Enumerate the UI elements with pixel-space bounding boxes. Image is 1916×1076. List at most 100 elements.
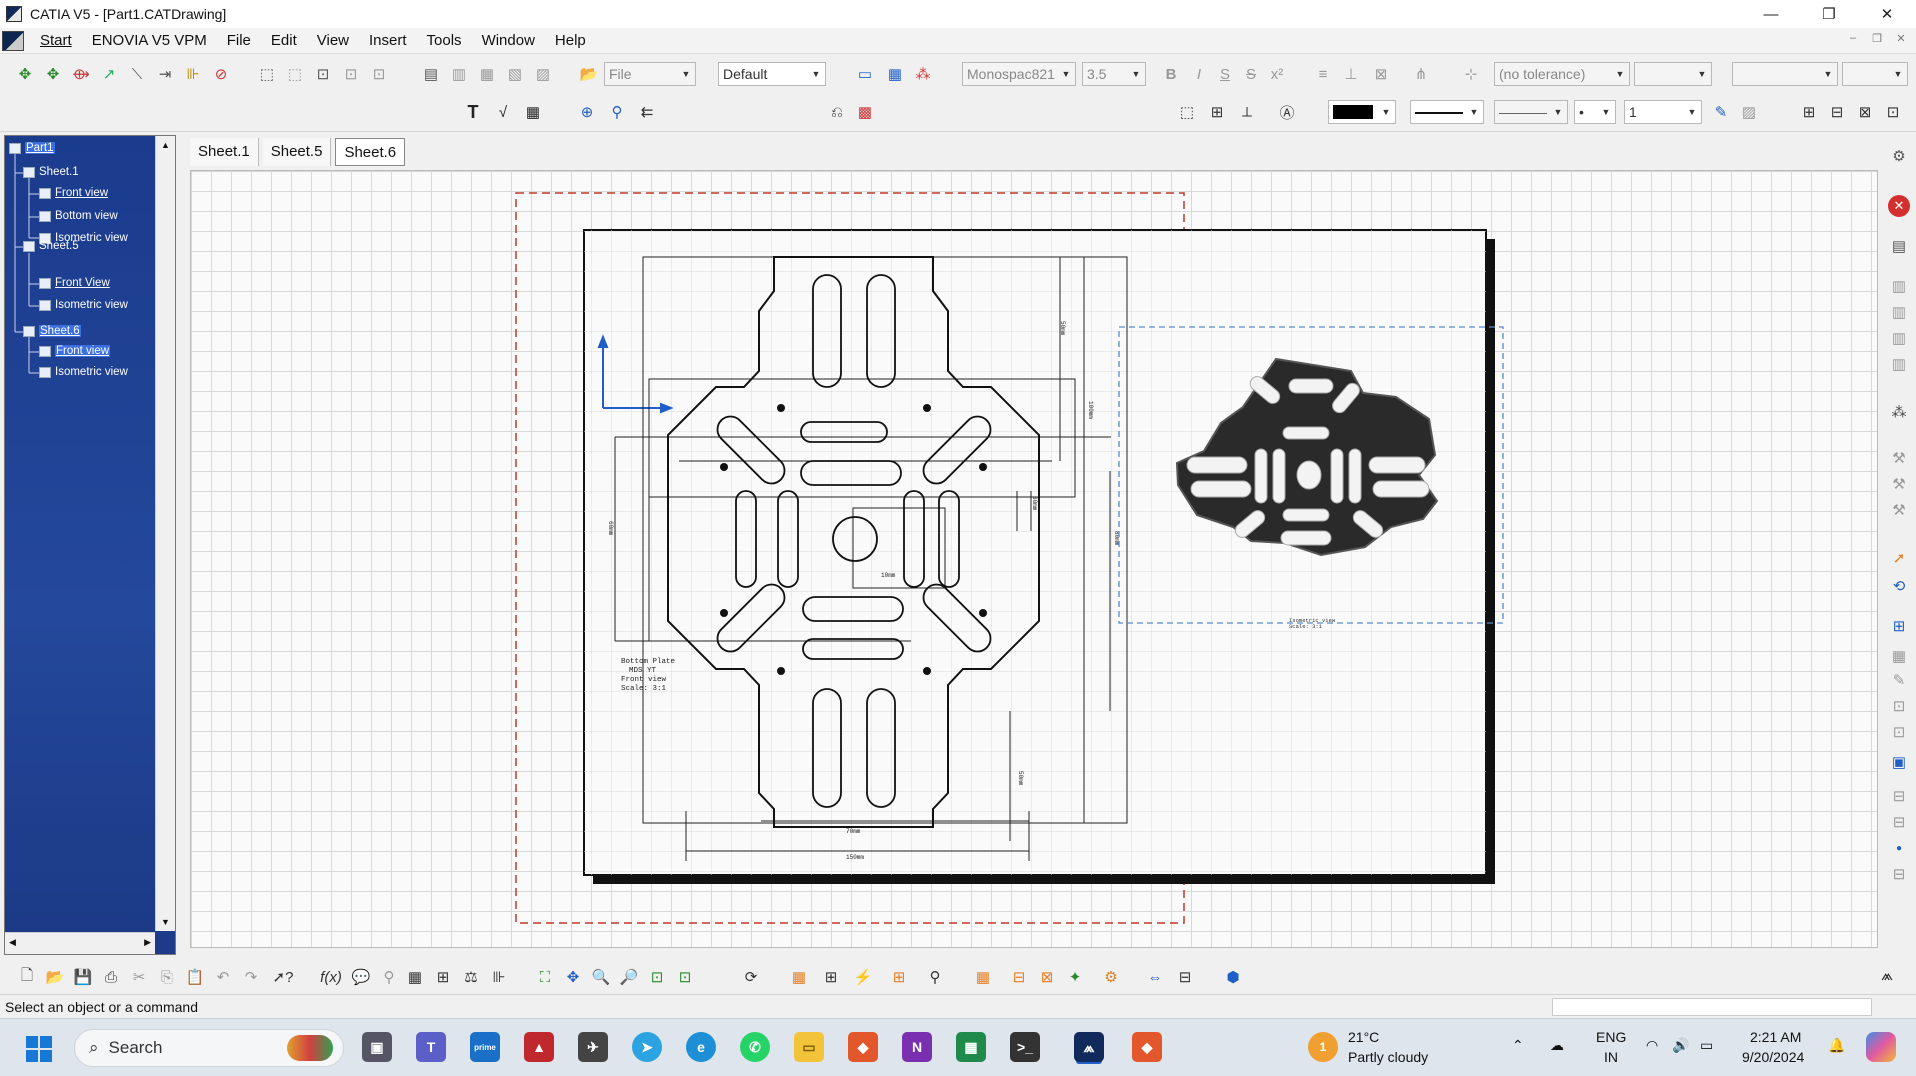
layer-icon[interactable]: ▥ xyxy=(1888,275,1910,297)
monitor-icon[interactable]: ▣ xyxy=(1888,751,1910,773)
catalog-icon[interactable]: ⊞ xyxy=(432,966,454,988)
drawing-canvas[interactable]: 70mm 150mm 50mm 100mm 80mm 50mm 10mm 30m… xyxy=(190,170,1878,948)
strikethrough-icon[interactable]: S xyxy=(1240,63,1262,85)
properties-icon[interactable]: ⁂ xyxy=(912,63,934,85)
file-combo[interactable]: File ▼ xyxy=(604,62,696,86)
scroll-down-icon[interactable]: ▼ xyxy=(161,917,170,927)
frame-icon[interactable]: ▥ xyxy=(448,63,470,85)
dimension-style-icon[interactable]: ⋔ xyxy=(1410,63,1432,85)
menu-start[interactable]: Start xyxy=(30,32,82,49)
sheets-icon[interactable]: ▨ xyxy=(532,63,554,85)
frame-text-icon[interactable]: ⊠ xyxy=(1370,63,1392,85)
catia-taskbar-icon[interactable]: ⩕ xyxy=(1074,1032,1104,1062)
terminal-icon[interactable]: >_ xyxy=(1010,1032,1040,1062)
zoom-area-icon[interactable]: ⊡ xyxy=(646,966,668,988)
tool-3-icon[interactable]: ⚒ xyxy=(1888,499,1910,521)
layer-4-icon[interactable]: ▥ xyxy=(1888,353,1910,375)
cut-icon[interactable]: ✂ xyxy=(128,966,150,988)
point-style-combo[interactable]: • ▼ xyxy=(1574,100,1616,124)
open-folder-icon[interactable]: 📂 xyxy=(578,63,600,85)
command-input[interactable] xyxy=(1552,998,1872,1016)
prime-video-icon[interactable]: prime xyxy=(470,1032,500,1062)
text-style-icon[interactable]: Ⓐ xyxy=(1276,101,1298,123)
move-icon[interactable]: ✥ xyxy=(42,63,64,85)
paint-icon[interactable]: ✎ xyxy=(1710,101,1732,123)
measure-tool-icon[interactable]: ⬢ xyxy=(1222,966,1244,988)
zoom-out-icon[interactable]: 🔎 xyxy=(618,966,640,988)
new-view-icon[interactable]: ⬚ xyxy=(256,63,278,85)
table-icon[interactable]: ▦ xyxy=(522,101,544,123)
formula-icon[interactable]: f(x) xyxy=(320,966,342,988)
tool-8-icon[interactable]: ⊟ xyxy=(1888,785,1910,807)
tool-5-icon[interactable]: ✎ xyxy=(1888,669,1910,691)
view-update-icon[interactable]: ⊠ xyxy=(1854,101,1876,123)
save-icon[interactable]: 💾 xyxy=(72,966,94,988)
anchor-icon[interactable]: ⊥ xyxy=(1340,63,1362,85)
view-manip-icon[interactable]: ⊡ xyxy=(1882,101,1904,123)
app-green-icon[interactable]: ▦ xyxy=(956,1032,986,1062)
catia-logo-icon[interactable] xyxy=(2,30,24,51)
task-view-icon[interactable]: ▣ xyxy=(362,1032,392,1062)
tolerance-value-combo[interactable]: ▼ xyxy=(1634,62,1712,86)
file-explorer-icon[interactable]: ▭ xyxy=(794,1032,824,1062)
tool-2-icon[interactable]: ⚒ xyxy=(1888,473,1910,495)
app-red-icon[interactable]: ▲ xyxy=(524,1032,554,1062)
menu-enovia[interactable]: ENOVIA V5 VPM xyxy=(82,32,217,49)
tree-view-front[interactable]: Front view xyxy=(39,187,108,199)
layer-2-icon[interactable]: ▥ xyxy=(1888,301,1910,323)
filter-icon[interactable]: ⚲ xyxy=(924,966,946,988)
clock-time[interactable]: 2:21 AM xyxy=(1750,1029,1801,1045)
dim-system-icon[interactable]: ⟂ xyxy=(1236,101,1258,123)
tab-sheet-6[interactable]: Sheet.6 xyxy=(335,138,406,166)
align-icon[interactable]: ⊪ xyxy=(182,63,204,85)
thread-icon[interactable]: ⇇ xyxy=(636,101,658,123)
tolerance-icon[interactable]: ⊹ xyxy=(1460,63,1482,85)
lock-icon[interactable]: ⊟ xyxy=(1174,966,1196,988)
text-icon[interactable]: T xyxy=(462,101,484,123)
telegram-icon[interactable]: ➤ xyxy=(632,1032,662,1062)
zoom-in-icon[interactable]: 🔍 xyxy=(590,966,612,988)
line-icon[interactable]: ⟍ xyxy=(126,63,148,85)
underline-icon[interactable]: S xyxy=(1214,63,1236,85)
molecule-icon[interactable]: ⁂ xyxy=(1888,401,1910,423)
color-combo[interactable]: ▼ xyxy=(1328,100,1396,124)
select-icon[interactable]: ➚ xyxy=(1888,547,1910,569)
open-icon[interactable]: 📂 xyxy=(44,966,66,988)
snap-icon[interactable]: ⟴ xyxy=(70,63,92,85)
dimension-display-icon[interactable]: ⚡ xyxy=(852,966,874,988)
view-select-icon[interactable]: ⊞ xyxy=(1888,615,1910,637)
layout-icon[interactable]: ▧ xyxy=(504,63,526,85)
font-combo[interactable]: Monospac821 ▼ xyxy=(962,62,1076,86)
battery-icon[interactable]: ▭ xyxy=(1700,1037,1713,1054)
italic-icon[interactable]: I xyxy=(1188,63,1210,85)
font-size-combo[interactable]: 3.5 ▼ xyxy=(1082,62,1146,86)
doc-minimize-button[interactable]: – xyxy=(1844,32,1862,48)
view-creation-icon[interactable]: ⊟ xyxy=(1826,101,1848,123)
view-frame-icon[interactable]: ⬚ xyxy=(1176,101,1198,123)
dress-up-icon[interactable]: ⎌ xyxy=(826,101,848,123)
knowledge-icon[interactable]: ⚲ xyxy=(378,966,400,988)
refresh-icon[interactable]: ⟳ xyxy=(740,966,762,988)
lang-primary[interactable]: ENG xyxy=(1596,1029,1626,1045)
roughness-icon[interactable]: √ xyxy=(492,101,514,123)
doc-restore-button[interactable]: ❐ xyxy=(1868,32,1886,48)
position-icon[interactable]: ⇔ xyxy=(1144,966,1166,988)
hatch-icon[interactable]: ▩ xyxy=(854,101,876,123)
tool-9-icon[interactable]: ⊟ xyxy=(1888,811,1910,833)
sheet-grid-icon[interactable]: ▦ xyxy=(788,966,810,988)
menu-help[interactable]: Help xyxy=(545,32,596,49)
sheet-icon[interactable]: ▤ xyxy=(420,63,442,85)
close-button[interactable]: ✕ xyxy=(1858,0,1916,28)
precision-combo[interactable]: ▼ xyxy=(1732,62,1838,86)
paste-icon[interactable]: 📋 xyxy=(184,966,206,988)
notification-bell-icon[interactable]: 🔔 xyxy=(1828,1037,1845,1054)
tree-sheet-6[interactable]: Sheet.6 xyxy=(23,325,81,337)
menu-tools[interactable]: Tools xyxy=(417,32,472,49)
menu-view[interactable]: View xyxy=(307,32,359,49)
app-dark-icon[interactable]: ✈ xyxy=(578,1032,608,1062)
print-icon[interactable]: ⎙ xyxy=(100,966,122,988)
line-type-combo[interactable]: ▼ xyxy=(1410,100,1484,124)
edge-icon[interactable]: e xyxy=(686,1032,716,1062)
grid-display-icon[interactable]: ▦ xyxy=(972,966,994,988)
section-icon[interactable]: ⊡ xyxy=(312,63,334,85)
